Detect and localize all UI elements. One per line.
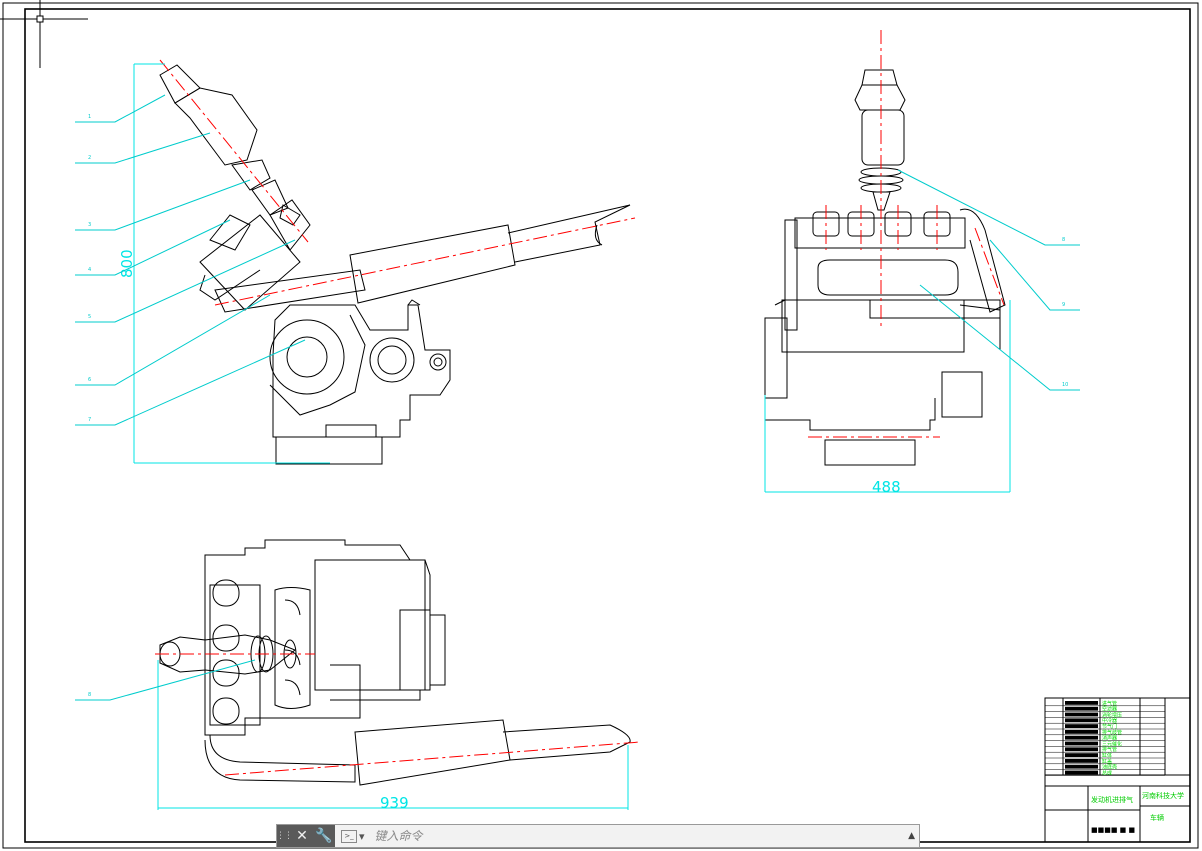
side-leader-labels: 8 9 10 xyxy=(1062,237,1068,388)
crosshair-cursor xyxy=(0,0,88,68)
svg-text:9: 9 xyxy=(1062,302,1065,308)
title-row-code xyxy=(1065,747,1098,752)
svg-text:10: 10 xyxy=(1062,382,1068,388)
title-row-code xyxy=(1065,718,1098,723)
title-row-code xyxy=(1065,764,1098,769)
top-leader-label: 8 xyxy=(88,692,91,698)
title-row-code xyxy=(1065,735,1098,740)
svg-text:6: 6 xyxy=(88,377,91,383)
history-up-icon[interactable]: ▲ xyxy=(908,831,915,841)
wrench-icon[interactable]: 🔧 xyxy=(313,825,335,847)
svg-text:8: 8 xyxy=(1062,237,1065,243)
title-row-code xyxy=(1065,701,1098,705)
front-leader-labels: 1 2 3 4 5 6 7 xyxy=(88,114,91,423)
title-school: 河南科技大学 xyxy=(1142,791,1184,800)
title-fill-row: ■■■■ ■ ■ xyxy=(1091,826,1135,834)
side-width-dimension xyxy=(764,300,1011,493)
dimension-height-label: 800 xyxy=(118,249,136,278)
cad-drawing-canvas[interactable]: 800 1 2 3 4 5 6 7 488 8 9 10 939 8 进气管空滤… xyxy=(0,0,1202,851)
svg-text:7: 7 xyxy=(88,417,91,423)
sheet-border-outer xyxy=(2,2,1199,849)
title-row-text: 总成 xyxy=(1102,769,1112,776)
close-icon[interactable]: ✕ xyxy=(291,825,313,847)
title-row-code xyxy=(1065,770,1098,775)
front-view xyxy=(159,64,631,465)
title-class: 车辆 xyxy=(1150,813,1164,822)
command-line-grip[interactable]: ⋮⋮ xyxy=(276,825,293,847)
title-row-code xyxy=(1065,712,1098,717)
title-row-code xyxy=(1065,759,1098,763)
front-centerlines xyxy=(159,59,636,306)
front-leaders xyxy=(75,94,306,426)
dimension-width-label: 488 xyxy=(872,478,901,496)
side-centerlines xyxy=(808,30,1005,438)
title-drawing-name: 发动机进排气 xyxy=(1091,795,1133,804)
svg-text:1: 1 xyxy=(88,114,91,120)
top-leaders xyxy=(75,659,256,701)
sheet-border-inner xyxy=(24,8,1191,843)
title-row-code xyxy=(1065,753,1098,757)
svg-text:2: 2 xyxy=(88,155,91,161)
title-row-code xyxy=(1065,724,1098,728)
dimension-length-label: 939 xyxy=(380,794,409,812)
title-row-code xyxy=(1065,730,1098,734)
command-prompt-icon[interactable]: >_ ▾ xyxy=(341,829,365,843)
title-row-code xyxy=(1065,741,1098,746)
command-line: ⋮⋮ ✕ 🔧 >_▾ ▲ xyxy=(276,824,920,848)
svg-text:5: 5 xyxy=(88,314,91,320)
svg-text:4: 4 xyxy=(88,267,91,273)
svg-text:3: 3 xyxy=(88,222,91,228)
command-input[interactable] xyxy=(372,828,897,844)
title-row-code xyxy=(1065,706,1098,711)
side-leaders xyxy=(897,169,1080,391)
side-view xyxy=(764,69,1006,466)
